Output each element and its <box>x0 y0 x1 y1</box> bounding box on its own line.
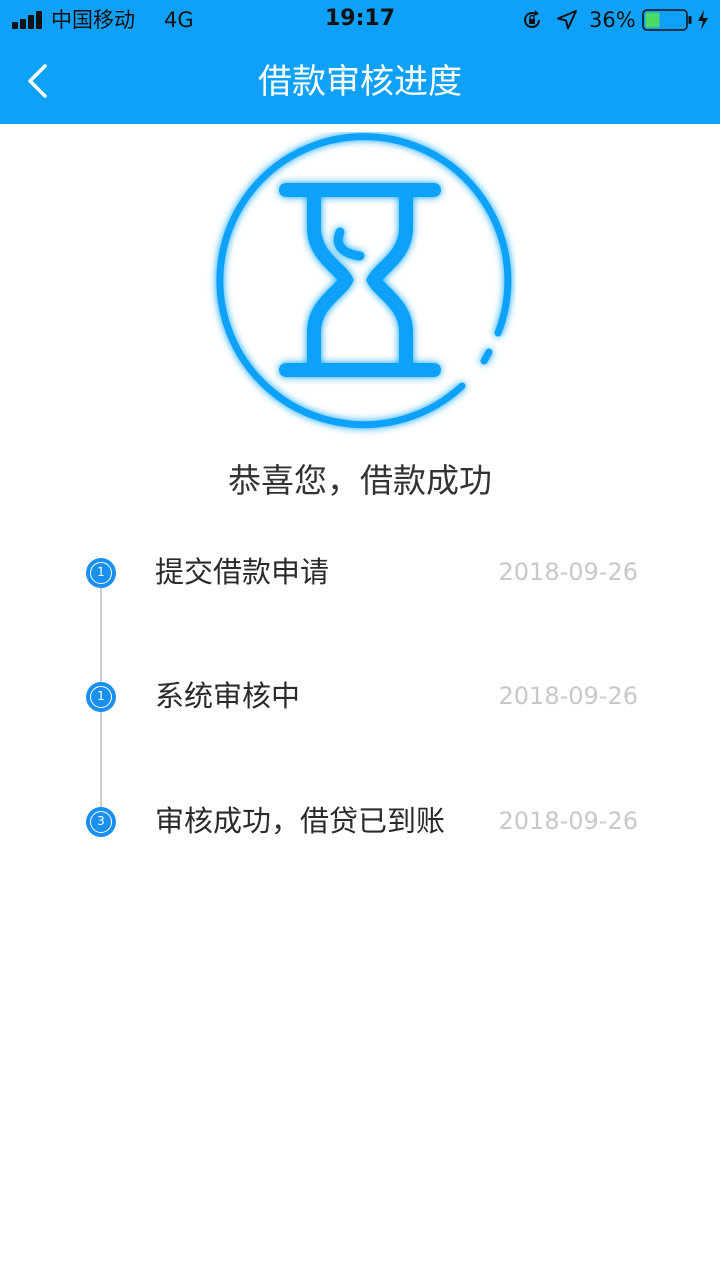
step-number: 3 <box>90 811 112 833</box>
timeline-step-reviewing: 1 系统审核中 2018-09-26 <box>0 664 720 728</box>
timeline-step-submit: 1 提交借款申请 2018-09-26 <box>0 540 720 604</box>
back-button[interactable] <box>16 58 62 104</box>
step-marker: 3 <box>86 807 116 837</box>
step-title: 系统审核中 <box>155 679 301 713</box>
step-number: 1 <box>90 562 112 584</box>
orientation-lock-icon <box>524 10 541 29</box>
battery-icon <box>642 9 692 31</box>
progress-timeline: 1 提交借款申请 2018-09-26 1 系统审核中 2018-09-26 3… <box>0 540 720 860</box>
hourglass-icon <box>216 133 512 429</box>
charging-bolt-icon <box>698 10 708 30</box>
step-number: 1 <box>90 686 112 708</box>
status-bar: 中国移动 4G 19:17 36% <box>0 0 720 40</box>
step-marker: 1 <box>86 558 116 588</box>
timeline-step-success: 3 审核成功，借贷已到账 2018-09-26 <box>0 789 720 853</box>
location-arrow-icon <box>557 10 577 30</box>
nav-bar: 借款审核进度 <box>0 40 720 124</box>
header: 中国移动 4G 19:17 36% 借款审核进度 <box>0 0 720 124</box>
page-title: 借款审核进度 <box>258 62 462 102</box>
step-title: 审核成功，借贷已到账 <box>155 804 446 838</box>
step-title: 提交借款申请 <box>155 555 330 589</box>
step-date: 2018-09-26 <box>498 558 638 586</box>
step-date: 2018-09-26 <box>498 682 638 710</box>
step-date: 2018-09-26 <box>498 807 638 835</box>
success-message: 恭喜您，借款成功 <box>228 461 492 500</box>
step-marker: 1 <box>86 682 116 712</box>
battery-percent: 36% <box>589 8 636 32</box>
